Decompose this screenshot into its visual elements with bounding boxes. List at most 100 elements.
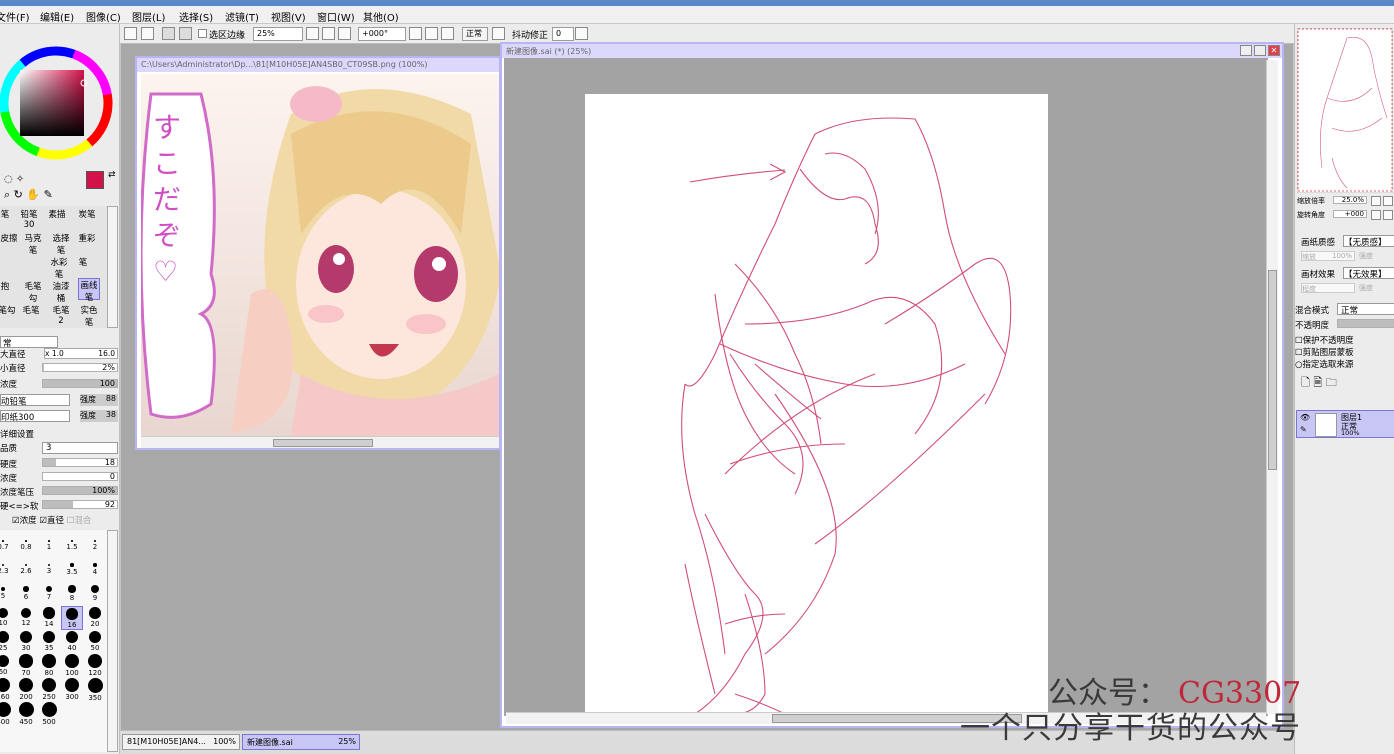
size-preset[interactable]: 5 — [0, 582, 14, 600]
size-preset[interactable]: 3.5 — [61, 558, 83, 576]
density-slider[interactable]: 100 — [42, 379, 118, 388]
size-preset[interactable]: 25 — [0, 630, 14, 652]
new-linework-layer-icon[interactable]: 🗎 — [1313, 376, 1322, 389]
rotate-left-button[interactable] — [409, 27, 422, 40]
task-canvas[interactable]: 新建图像.sai 25% — [242, 734, 360, 750]
size-presets-scrollbar[interactable] — [107, 530, 118, 752]
size-preset[interactable]: 70 — [15, 654, 37, 677]
effect-strength-slider[interactable]: 程度 — [1301, 283, 1355, 293]
size-preset[interactable]: 200 — [15, 677, 37, 701]
size-preset[interactable]: 4 — [84, 558, 106, 576]
menu-image[interactable]: 图像(C) — [86, 9, 121, 24]
advanced-settings-toggle[interactable]: 详细设置 — [0, 428, 34, 440]
zoom-reset-button[interactable] — [338, 27, 351, 40]
nav-zoom-slider[interactable]: 25.0% — [1333, 196, 1367, 204]
zoom-out-button[interactable] — [306, 27, 319, 40]
brush-cell[interactable]: 铅笔30 — [18, 208, 40, 230]
size-preset[interactable]: 9 — [84, 582, 106, 602]
menu-view[interactable]: 视图(V) — [271, 9, 306, 24]
brush-cell[interactable]: 水彩笔 — [48, 256, 70, 280]
zoom-field[interactable]: 25% — [253, 27, 303, 41]
menu-filter[interactable]: 滤镜(T) — [225, 9, 259, 24]
brush-grid-scrollbar[interactable] — [107, 206, 118, 328]
brush-cell[interactable]: 实色笔 — [78, 304, 100, 328]
brush-cell[interactable]: 重彩 — [76, 232, 98, 244]
pressure-slider[interactable]: 100% — [42, 486, 118, 495]
min-density-slider[interactable]: 0 — [42, 472, 118, 481]
size-preset[interactable]: 10 — [0, 606, 14, 627]
canvas-window[interactable]: 新建图像.sai (*) (25%) ✕ — [500, 42, 1284, 728]
brush-cell[interactable]: 笔 — [0, 208, 16, 220]
color-wheel[interactable] — [0, 38, 120, 168]
size-preset[interactable]: 20 — [84, 606, 106, 628]
quality-select[interactable]: 3 — [42, 442, 118, 454]
size-preset[interactable]: 300 — [61, 677, 83, 701]
selection-edge-checkbox[interactable] — [198, 29, 207, 38]
size-preset[interactable]: 16 — [61, 606, 83, 630]
pressure-size-checkbox[interactable]: 直径 — [47, 516, 64, 526]
pressure-density-checkbox[interactable]: 浓度 — [20, 516, 37, 526]
size-preset[interactable]: 400 — [0, 701, 14, 726]
opacity-slider[interactable] — [1337, 319, 1394, 328]
brush-cell[interactable]: 毛笔 — [20, 304, 42, 316]
magic-wand-icon[interactable]: ✧ — [16, 174, 24, 185]
nav-rotation-slider[interactable]: +000 — [1333, 210, 1367, 218]
nav-rotate-right-button[interactable] — [1383, 210, 1393, 220]
rotate-reset-button[interactable] — [441, 27, 454, 40]
brush-cell[interactable]: 笔 — [72, 256, 94, 268]
brush-cell[interactable]: 毛笔勾 — [22, 280, 44, 304]
size-preset[interactable]: 1.5 — [61, 534, 83, 551]
blend-mode-select[interactable]: 正常 — [1337, 303, 1394, 316]
size-preset[interactable]: 0.8 — [15, 534, 37, 551]
size-preset[interactable]: 50 — [84, 630, 106, 652]
new-folder-icon[interactable]: 🗀 — [1326, 376, 1337, 389]
stabilizer-field[interactable]: 0 — [552, 27, 574, 41]
texture-select[interactable]: 印纸300 — [0, 410, 70, 423]
size-preset[interactable]: 500 — [38, 701, 60, 726]
nav-zoom-out-button[interactable] — [1371, 196, 1381, 206]
size-preset[interactable]: 2.3 — [0, 558, 14, 575]
min-size-slider[interactable]: 2% — [42, 363, 118, 372]
layer-row[interactable]: 👁 ✎ 图层1 正常 100% — [1296, 410, 1394, 438]
size-preset[interactable]: 7 — [38, 582, 60, 601]
size-preset[interactable]: 14 — [38, 606, 60, 628]
rotate-icon[interactable]: ↻ — [14, 188, 23, 201]
menu-layer[interactable]: 图层(L) — [132, 9, 165, 24]
task-reference[interactable]: 81[M10H05E]AN4... 100% — [122, 734, 240, 750]
canvas-v-scrollbar[interactable] — [1266, 60, 1278, 714]
navigator-preview[interactable] — [1297, 28, 1393, 193]
texture-strength[interactable]: 强度 38 — [80, 410, 118, 422]
size-preset[interactable]: 350 — [84, 677, 106, 702]
new-layer-icon[interactable]: 🗋 — [1301, 376, 1310, 389]
menu-edit[interactable]: 编辑(E) — [40, 9, 74, 24]
close-button[interactable]: ✕ — [1268, 45, 1280, 56]
swap-colors-icon[interactable]: ⇄ — [108, 170, 116, 180]
reference-h-scrollbar[interactable] — [141, 436, 499, 448]
lasso-icon[interactable]: ◌ — [4, 174, 13, 185]
menu-file[interactable]: 文件(F) — [0, 9, 30, 24]
clipping-checkbox[interactable]: ☐剪贴图层蒙板 — [1295, 346, 1354, 358]
shape-strength[interactable]: 强度 88 — [80, 394, 118, 406]
brush-cell[interactable]: 素描 — [46, 208, 68, 220]
menu-other[interactable]: 其他(O) — [363, 9, 399, 24]
size-preset[interactable]: 2 — [84, 534, 106, 551]
eye-icon[interactable]: 👁 — [1300, 413, 1310, 422]
brush-cell[interactable]: 马克笔 — [22, 232, 44, 256]
hardness-slider[interactable]: 18 — [42, 458, 118, 467]
flip-button[interactable] — [492, 27, 505, 40]
zoom-in-button[interactable] — [322, 27, 335, 40]
size-preset[interactable]: 120 — [84, 654, 106, 677]
size-preset[interactable]: 35 — [38, 630, 60, 652]
brush-cell[interactable]: 毛笔2 — [50, 304, 72, 326]
menu-window[interactable]: 窗口(W) — [317, 9, 355, 24]
minimize-button[interactable] — [1240, 45, 1252, 56]
menu-select[interactable]: 选择(S) — [179, 9, 213, 24]
canvas-paper[interactable] — [585, 94, 1048, 714]
invert-selection-button[interactable] — [179, 27, 192, 40]
primary-color-swatch[interactable] — [86, 171, 104, 189]
reference-window[interactable]: C:\Users\Administrator\Dp...\81[M10H05E]… — [135, 56, 501, 450]
preserve-opacity-checkbox[interactable]: ☐保护不透明度 — [1295, 334, 1354, 346]
reference-scroll-thumb[interactable] — [273, 439, 373, 447]
brush-cell[interactable]: 炭笔 — [76, 208, 98, 220]
size-preset[interactable]: 160 — [0, 677, 14, 701]
